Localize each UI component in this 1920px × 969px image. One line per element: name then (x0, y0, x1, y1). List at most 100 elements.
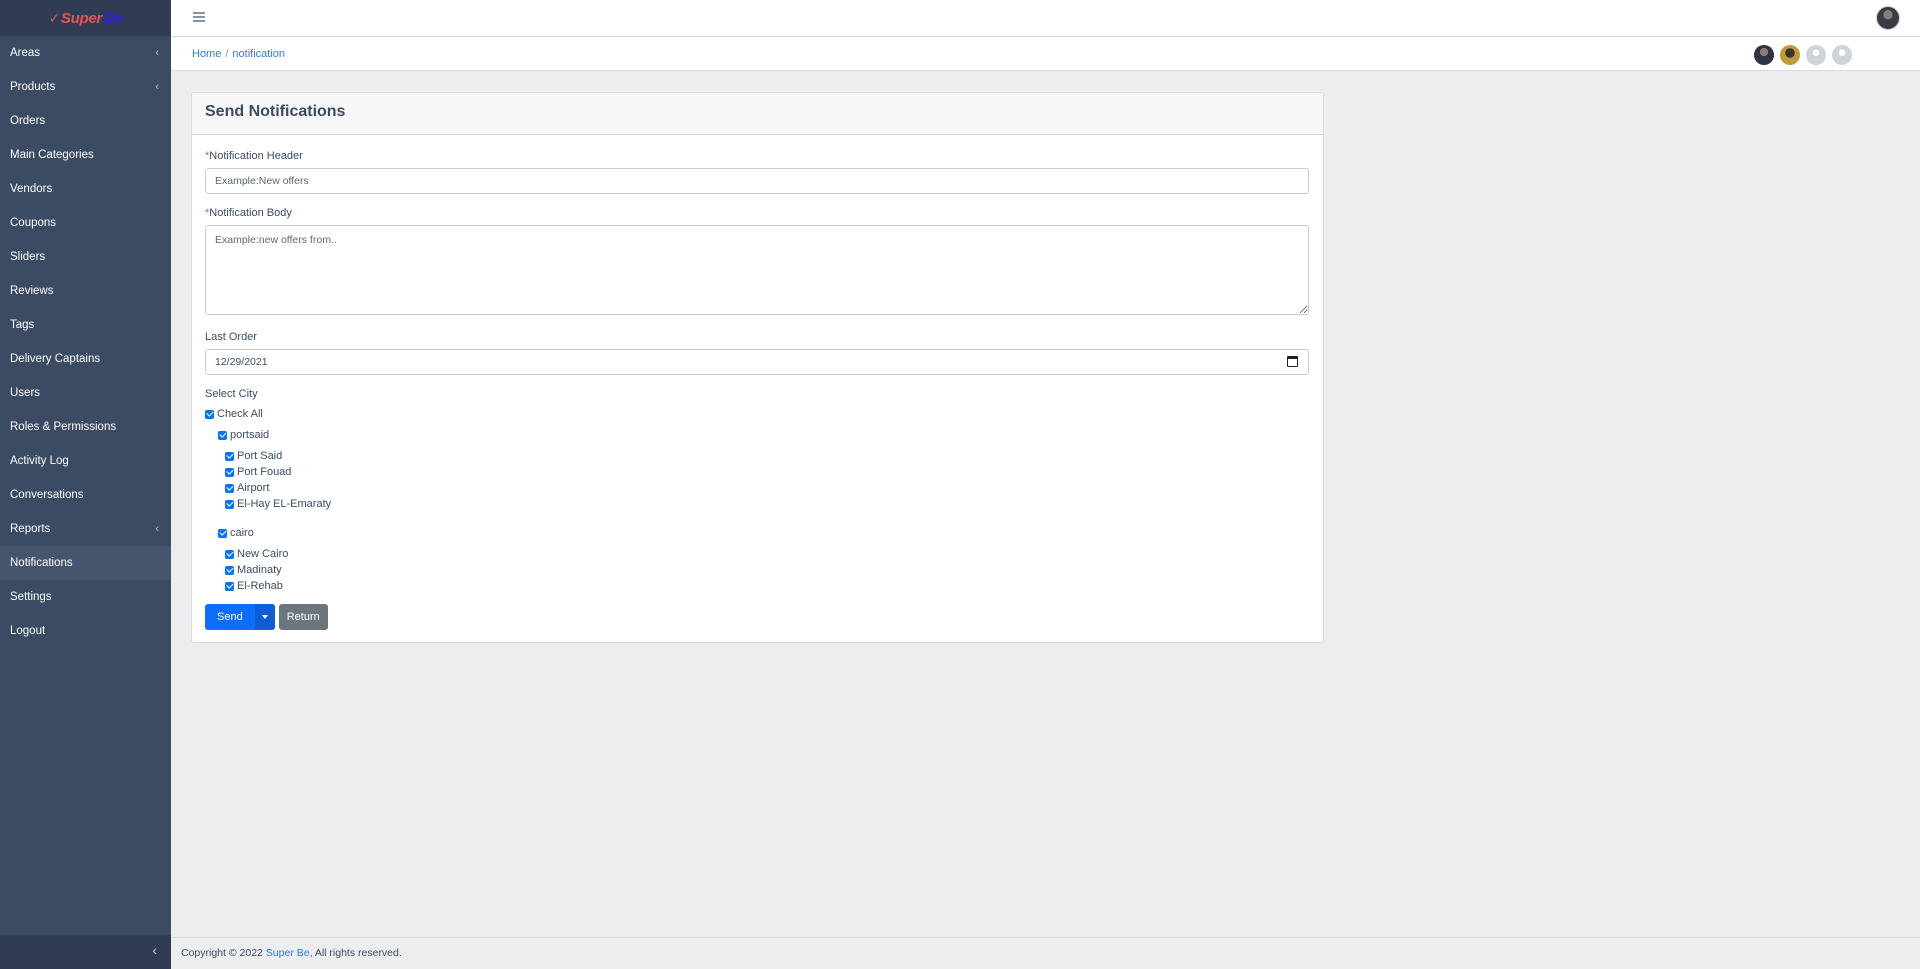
notification-header-label-text: Notification Header (209, 150, 303, 162)
top-header (171, 0, 1920, 37)
check-all-label: Check All (217, 408, 263, 420)
sidebar-item-label: Main Categories (10, 149, 94, 161)
sidebar-item-label: Roles & Permissions (10, 421, 117, 433)
send-notifications-card: Send Notifications *Notification Header … (191, 92, 1324, 643)
sidebar-minimize-button[interactable]: ‹ (0, 935, 171, 969)
footer-rights: , All rights reserved. (309, 947, 402, 959)
city-checkbox[interactable] (218, 430, 227, 440)
check-all-checkbox[interactable] (205, 409, 214, 419)
sidebar-item-label: Areas (10, 47, 41, 59)
brand-part1: Super (60, 9, 102, 27)
area-checkbox-row[interactable]: Port Fouad (225, 464, 1310, 480)
sidebar-item-products[interactable]: Products ‹ (0, 70, 171, 104)
subheader: Home / notification (171, 37, 1920, 71)
sidebar-item-sliders[interactable]: Sliders (0, 240, 171, 274)
area-checkbox-row[interactable]: El-Rehab (225, 578, 1310, 594)
avatar-group (1754, 45, 1852, 65)
city-checkbox-row[interactable]: cairo (218, 525, 1310, 541)
area-checkbox-row[interactable]: Port Said (225, 448, 1310, 464)
sidebar-item-activity-log[interactable]: Activity Log (0, 444, 171, 478)
sidebar: ✓ Super Be Areas ‹ Products ‹ Orders Main … (0, 0, 171, 969)
notification-header-input[interactable] (205, 168, 1309, 194)
logo-mark-icon: ✓ (48, 9, 60, 26)
area-checkbox-row[interactable]: Airport (225, 480, 1310, 496)
area-checkbox-row[interactable]: New Cairo (225, 546, 1310, 562)
sidebar-item-notifications[interactable]: Notifications (0, 546, 171, 580)
sidebar-item-vendors[interactable]: Vendors (0, 172, 171, 206)
hamburger-menu-icon[interactable] (193, 12, 205, 22)
area-label: Port Fouad (237, 466, 292, 478)
avatar[interactable] (1780, 45, 1800, 65)
send-dropdown-toggle[interactable] (254, 604, 275, 630)
send-button[interactable]: Send (205, 604, 255, 630)
user-avatar[interactable] (1876, 6, 1900, 30)
last-order-date-value: 12/29/2021 (215, 356, 268, 368)
avatar[interactable] (1832, 45, 1852, 65)
breadcrumb: Home / notification (192, 48, 285, 60)
notification-body-label-text: Notification Body (209, 207, 292, 219)
form-actions: Send Return (205, 604, 1310, 630)
area-checkbox-row[interactable]: El-Hay EL-Emaraty (225, 496, 1310, 512)
sidebar-item-label: Delivery Captains (10, 353, 101, 365)
notification-header-label: *Notification Header (205, 150, 1310, 162)
sidebar-item-label: Notifications (10, 557, 73, 569)
area-checkbox[interactable] (225, 451, 234, 461)
sidebar-item-orders[interactable]: Orders (0, 104, 171, 138)
sidebar-item-label: Products (10, 81, 56, 93)
chevron-left-icon: ‹ (155, 523, 159, 535)
sidebar-item-label: Reviews (10, 285, 54, 297)
sidebar-item-reports[interactable]: Reports ‹ (0, 512, 171, 546)
breadcrumb-separator: / (225, 48, 229, 60)
area-checkbox[interactable] (225, 467, 234, 477)
city-label: cairo (230, 527, 254, 539)
notification-form: *Notification Header *Notification Body … (192, 135, 1323, 645)
area-checkbox-row[interactable]: Madinaty (225, 562, 1310, 578)
avatar[interactable] (1806, 45, 1826, 65)
sidebar-item-areas[interactable]: Areas ‹ (0, 36, 171, 70)
area-label: Airport (237, 482, 270, 494)
return-button[interactable]: Return (278, 604, 328, 630)
sidebar-item-roles-permissions[interactable]: Roles & Permissions (0, 410, 171, 444)
sidebar-item-coupons[interactable]: Coupons (0, 206, 171, 240)
sidebar-item-settings[interactable]: Settings (0, 580, 171, 614)
brand-logo[interactable]: ✓ Super Be (0, 0, 171, 36)
sidebar-nav: Areas ‹ Products ‹ Orders Main Categories … (0, 36, 171, 648)
area-label: Madinaty (237, 564, 282, 576)
area-checkbox[interactable] (225, 581, 234, 591)
chevron-left-icon: ‹ (155, 47, 159, 59)
avatar[interactable] (1754, 45, 1774, 65)
area-checkbox[interactable] (225, 549, 234, 559)
sidebar-item-label: Activity Log (10, 455, 69, 467)
card-header: Send Notifications (192, 93, 1323, 135)
calendar-icon[interactable] (1287, 356, 1298, 367)
area-checkbox[interactable] (225, 483, 234, 493)
caret-down-icon (261, 615, 268, 619)
area-label: Port Said (237, 450, 283, 462)
sidebar-item-label: Logout (10, 625, 46, 637)
last-order-date-input[interactable]: 12/29/2021 (205, 349, 1309, 375)
area-checkbox[interactable] (225, 565, 234, 575)
area-checkbox[interactable] (225, 499, 234, 509)
footer-copyright: Copyright © 2022 (181, 947, 266, 959)
breadcrumb-home-link[interactable]: Home (192, 48, 221, 60)
sidebar-item-main-categories[interactable]: Main Categories (0, 138, 171, 172)
sidebar-item-delivery-captains[interactable]: Delivery Captains (0, 342, 171, 376)
sidebar-item-label: Settings (10, 591, 52, 603)
select-city-label: Select City (205, 388, 258, 400)
sidebar-item-tags[interactable]: Tags (0, 308, 171, 342)
check-all-checkbox-row[interactable]: Check All (205, 406, 1310, 422)
sidebar-item-reviews[interactable]: Reviews (0, 274, 171, 308)
city-checkbox-row[interactable]: portsaid (218, 427, 1310, 443)
sidebar-item-label: Tags (10, 319, 35, 331)
city-checkbox[interactable] (218, 528, 227, 538)
sidebar-item-logout[interactable]: Logout (0, 614, 171, 648)
card-title: Send Notifications (205, 103, 346, 120)
notification-body-textarea[interactable] (205, 225, 1309, 315)
footer: Copyright © 2022 Super Be, All rights re… (171, 937, 1920, 969)
chevron-left-icon: ‹ (152, 942, 157, 958)
sidebar-item-label: Conversations (10, 489, 84, 501)
sidebar-item-users[interactable]: Users (0, 376, 171, 410)
sidebar-item-label: Vendors (10, 183, 53, 195)
sidebar-item-conversations[interactable]: Conversations (0, 478, 171, 512)
footer-brand-link[interactable]: Super Be (266, 947, 310, 959)
